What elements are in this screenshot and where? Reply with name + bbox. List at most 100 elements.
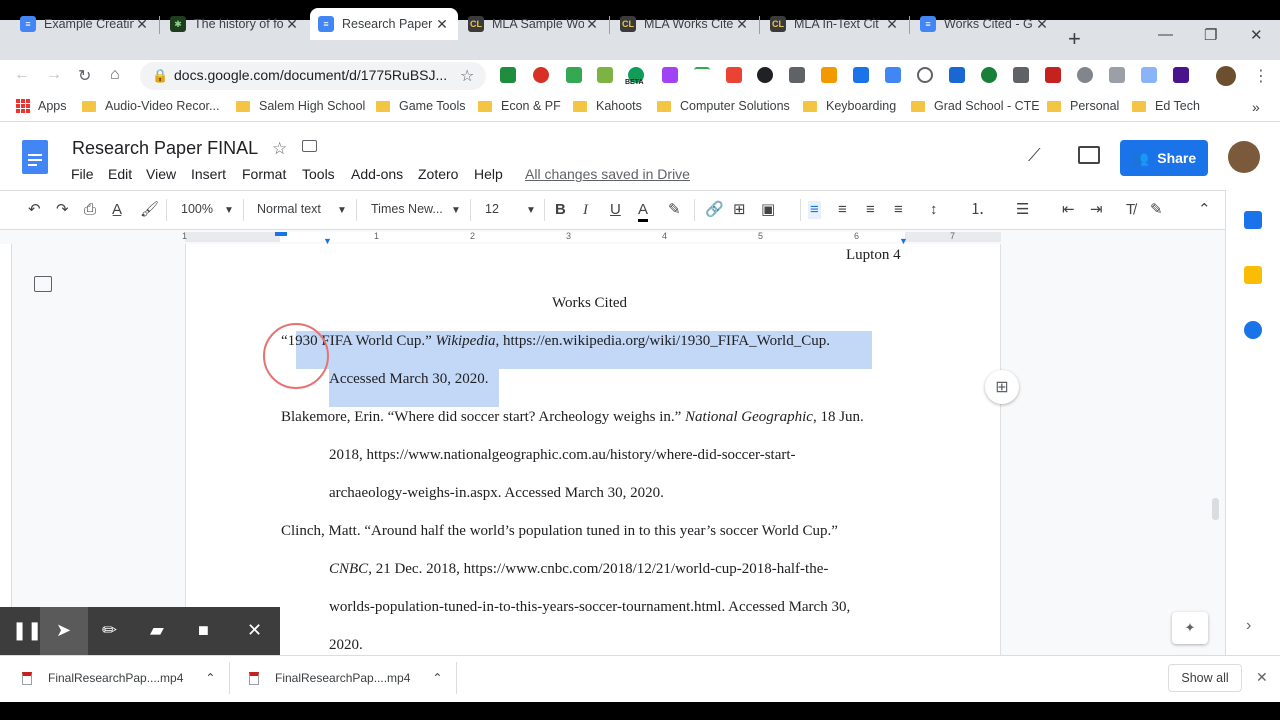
font-size-select[interactable]: 12 (485, 202, 499, 216)
citation-line[interactable]: “1930 FIFA World Cup.” Wikipedia, https:… (281, 333, 830, 350)
citation-line[interactable]: Blakemore, Erin. “Where did soccer start… (281, 409, 864, 426)
home-icon[interactable]: ⌂ (110, 66, 120, 84)
pointer-icon[interactable]: ➤ (56, 620, 71, 641)
menu-addons[interactable]: Add-ons (351, 166, 403, 182)
new-tab-button[interactable]: + (1068, 26, 1081, 52)
bookmark-folder[interactable]: Kahoots (573, 99, 642, 113)
pen-icon[interactable]: ✏ (102, 620, 117, 641)
extension-icon[interactable] (981, 67, 997, 83)
minimize-button[interactable]: — (1158, 26, 1173, 43)
bookmark-folder[interactable]: Audio-Video Recor... (82, 99, 219, 113)
link-icon[interactable]: 🔗 (705, 201, 724, 219)
extension-icon[interactable] (566, 67, 582, 83)
extension-icon[interactable] (821, 67, 837, 83)
tab-works-cited[interactable]: ≡ Works Cited - G ✕ (912, 8, 1058, 40)
tasks-icon[interactable] (1244, 321, 1262, 339)
activity-trend-icon[interactable]: ⟋ (1028, 145, 1041, 166)
tab-example-creating[interactable]: ≡ Example Creatin ✕ (12, 8, 158, 40)
menu-insert[interactable]: Insert (191, 166, 226, 182)
chevron-up-icon[interactable]: ⌃ (432, 671, 442, 685)
bookmark-folder[interactable]: Ed Tech (1132, 99, 1200, 113)
menu-help[interactable]: Help (474, 166, 503, 182)
undo-icon[interactable]: ↶ (28, 201, 41, 219)
bookmark-star-icon[interactable]: ☆ (460, 66, 474, 86)
forward-icon[interactable]: → (46, 66, 62, 84)
star-icon[interactable]: ☆ (272, 139, 287, 159)
extension-icon[interactable] (662, 67, 678, 83)
line-spacing-icon[interactable]: ↕ (930, 201, 938, 219)
bookmark-folder[interactable]: Salem High School (236, 99, 365, 113)
citation-line[interactable]: worlds-population-tuned-in-to-this-years… (329, 599, 850, 616)
tab-mla-sample[interactable]: CL MLA Sample Wo ✕ (460, 8, 608, 40)
bookmarks-overflow-button[interactable]: » (1252, 99, 1260, 115)
show-all-button[interactable]: Show all (1168, 664, 1242, 692)
align-left-icon[interactable]: ≡ (808, 201, 821, 219)
eraser-icon[interactable]: ▰ (150, 620, 164, 641)
close-icon[interactable]: ✕ (434, 16, 450, 33)
download-item[interactable]: FinalResearchPap....mp4 ⌃ (249, 671, 442, 685)
numbered-list-icon[interactable]: ⒈ (970, 201, 985, 219)
redo-icon[interactable]: ↷ (56, 201, 69, 219)
extension-icon[interactable] (597, 67, 613, 83)
pause-icon[interactable]: ❚❚ (12, 620, 42, 641)
extension-icon[interactable] (1173, 67, 1189, 83)
align-center-icon[interactable]: ≡ (838, 201, 847, 219)
close-icon[interactable]: ✕ (584, 16, 600, 33)
extension-icon[interactable] (757, 67, 773, 83)
webcam-icon[interactable]: ■ (198, 620, 209, 641)
citation-line[interactable]: archaeology-weighs-in.aspx. Accessed Mar… (329, 485, 664, 502)
close-icon[interactable]: ✕ (247, 620, 262, 641)
document-title[interactable]: Research Paper FINAL (72, 138, 258, 159)
close-icon[interactable]: ✕ (284, 16, 300, 33)
menu-edit[interactable]: Edit (108, 166, 132, 182)
extension-icon[interactable] (1109, 67, 1125, 83)
user-avatar[interactable] (1228, 141, 1260, 173)
explore-icon[interactable]: ✦ (1172, 612, 1208, 644)
bookmark-folder[interactable]: Econ & PF (478, 99, 561, 113)
add-comment-icon[interactable]: ⊞ (733, 201, 746, 219)
scrollbar-thumb[interactable] (1212, 498, 1219, 520)
save-status-link[interactable]: All changes saved in Drive (525, 166, 690, 182)
align-right-icon[interactable]: ≡ (866, 201, 875, 219)
highlight-icon[interactable]: ✎ (668, 201, 681, 219)
extension-icon[interactable] (917, 67, 933, 83)
citation-line[interactable]: 2018, https://www.nationalgeographic.com… (329, 447, 796, 464)
extension-icon[interactable] (789, 67, 805, 83)
close-icon[interactable]: ✕ (1256, 669, 1268, 686)
increase-indent-icon[interactable]: ⇥ (1090, 201, 1103, 219)
document-outline-icon[interactable] (34, 276, 52, 292)
share-button[interactable]: 👥 Share (1120, 140, 1208, 176)
extension-icon[interactable] (1077, 67, 1093, 83)
tab-mla-in-text[interactable]: CL MLA In-Text Cit ✕ (762, 8, 908, 40)
tab-research-paper[interactable]: ≡ Research Paper ✕ (310, 8, 458, 40)
expand-panel-icon[interactable]: › (1246, 617, 1251, 635)
reload-icon[interactable]: ↻ (78, 66, 91, 86)
extension-icon[interactable] (1013, 67, 1029, 83)
bookmark-folder[interactable]: Personal (1047, 99, 1119, 113)
bookmark-folder[interactable]: Computer Solutions (657, 99, 790, 113)
pdf-icon[interactable] (1045, 67, 1061, 83)
download-item[interactable]: FinalResearchPap....mp4 ⌃ (22, 671, 215, 685)
menu-view[interactable]: View (146, 166, 176, 182)
clear-formatting-icon[interactable]: T̸ (1126, 201, 1135, 219)
editing-mode-icon[interactable]: ✎ (1150, 201, 1163, 219)
zoom-select[interactable]: 100% (181, 202, 213, 216)
close-icon[interactable]: ✕ (884, 16, 900, 33)
menu-zotero[interactable]: Zotero (418, 166, 458, 182)
menu-format[interactable]: Format (242, 166, 286, 182)
print-icon[interactable]: ⎙ (84, 201, 96, 219)
bookmark-folder[interactable]: Game Tools (376, 99, 465, 113)
bookmark-folder[interactable]: Grad School - CTE (911, 99, 1040, 113)
insert-image-icon[interactable]: ▣ (761, 201, 775, 219)
menu-tools[interactable]: Tools (302, 166, 335, 182)
move-folder-icon[interactable] (302, 140, 317, 152)
extension-icon[interactable] (694, 67, 710, 83)
decrease-indent-icon[interactable]: ⇤ (1062, 201, 1075, 219)
citation-line[interactable]: CNBC, 21 Dec. 2018, https://www.cnbc.com… (329, 561, 828, 578)
text-color-icon[interactable]: A (638, 201, 649, 222)
bookmark-apps[interactable]: Apps (16, 99, 67, 113)
bulleted-list-icon[interactable]: ☰ (1016, 201, 1029, 219)
close-icon[interactable]: ✕ (134, 16, 150, 33)
citation-line[interactable]: Accessed March 30, 2020. (329, 371, 489, 388)
profile-avatar[interactable] (1216, 66, 1236, 86)
